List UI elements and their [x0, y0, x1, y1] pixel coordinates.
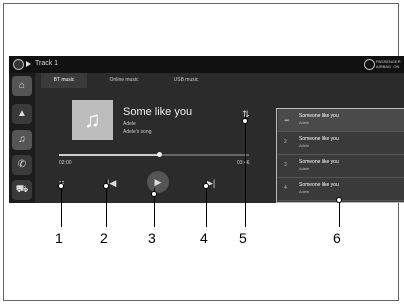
playing-icon: ◀◀ [284, 118, 289, 122]
tab-usb-music[interactable]: USB music [158, 73, 214, 88]
callout-number-3: 3 [148, 230, 156, 246]
airbag-icon [364, 59, 375, 70]
callout-dot-5 [242, 118, 248, 124]
list-item-title: Someone like you [299, 136, 339, 142]
play-button[interactable]: ▶ [147, 171, 169, 193]
list-item-title: Someone like you [299, 113, 339, 119]
track-label: Track 1 [35, 60, 59, 67]
source-tabs: BT music Online music USB music [40, 73, 290, 88]
status-bar: Track 1 PASSENGER AIRBAG ON [9, 56, 404, 73]
callout-dot-4 [203, 183, 209, 189]
list-item-artist: Adele [299, 166, 310, 171]
tab-online-music[interactable]: Online music [94, 73, 154, 88]
callout-dot-6 [336, 197, 342, 203]
list-item-number: 4 [284, 185, 287, 191]
time-current: 02:00 [59, 160, 72, 166]
phone-icon[interactable]: ✆ [12, 155, 32, 175]
song-title: Some like you [123, 106, 193, 118]
progress-fill [59, 154, 160, 156]
callout-line-6 [339, 200, 340, 227]
song-album: Adele's song [123, 129, 152, 135]
callout-number-4: 4 [200, 230, 208, 246]
airbag-status: PASSENGER AIRBAG ON [376, 59, 401, 69]
list-item[interactable]: ◀◀ Someone like you Adele [278, 109, 404, 132]
list-item[interactable]: 2 Someone like you Adele [278, 132, 404, 155]
navigation-icon[interactable]: ▲ [12, 104, 32, 124]
home-icon[interactable]: ⌂ [12, 76, 32, 96]
list-item-number: 2 [284, 139, 287, 145]
home-icon[interactable] [13, 59, 24, 70]
list-item-artist: Adele [299, 120, 310, 125]
list-item-artist: Adele [299, 143, 310, 148]
time-total: 03:46 [237, 160, 250, 166]
list-item-title: Someone like you [299, 182, 339, 188]
play-status-icon [26, 61, 31, 67]
sidebar: ⌂ ▲ ♫ ✆ ⛟ [9, 73, 35, 203]
callout-number-2: 2 [100, 230, 108, 246]
callout-dot-1 [58, 183, 64, 189]
song-artist: Adele [123, 121, 136, 127]
list-item-title: Someone like you [299, 159, 339, 165]
progress-bar[interactable] [59, 152, 249, 157]
callout-line-5 [245, 115, 246, 227]
car-icon[interactable]: ⛟ [12, 180, 32, 200]
list-item-artist: Adele [299, 189, 310, 194]
callout-number-5: 5 [239, 230, 247, 246]
callout-dot-3 [151, 191, 157, 197]
list-item[interactable]: 3 Someone like you Adele [278, 155, 404, 178]
music-icon[interactable]: ♫ [12, 130, 32, 150]
playlist: ◀◀ Someone like you Adele 2 Someone like… [276, 108, 404, 203]
tab-bt-music[interactable]: BT music [41, 73, 87, 88]
album-art: ♫ [72, 100, 113, 140]
callout-number-6: 6 [333, 230, 341, 246]
music-note-icon: ♫ [84, 107, 101, 132]
callout-number-1: 1 [55, 230, 63, 246]
progress-knob[interactable] [157, 152, 163, 157]
list-item-number: 3 [284, 162, 287, 168]
callout-dot-2 [103, 183, 109, 189]
